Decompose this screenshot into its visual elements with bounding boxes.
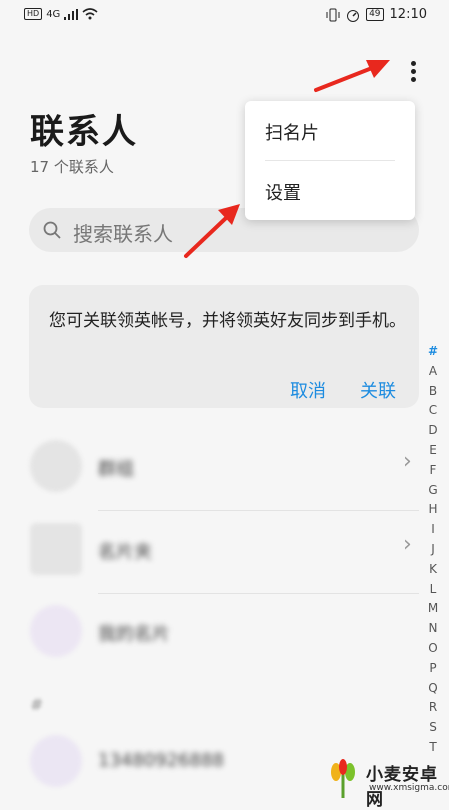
watermark-logo-icon bbox=[331, 759, 355, 798]
watermark: 小麦安卓网 www.xmsigma.com bbox=[322, 756, 449, 810]
arrow-to-more-icon bbox=[314, 60, 390, 92]
watermark-url: www.xmsigma.com bbox=[369, 783, 449, 793]
arrow-to-settings bbox=[184, 204, 240, 258]
annotation-arrows bbox=[184, 60, 390, 258]
